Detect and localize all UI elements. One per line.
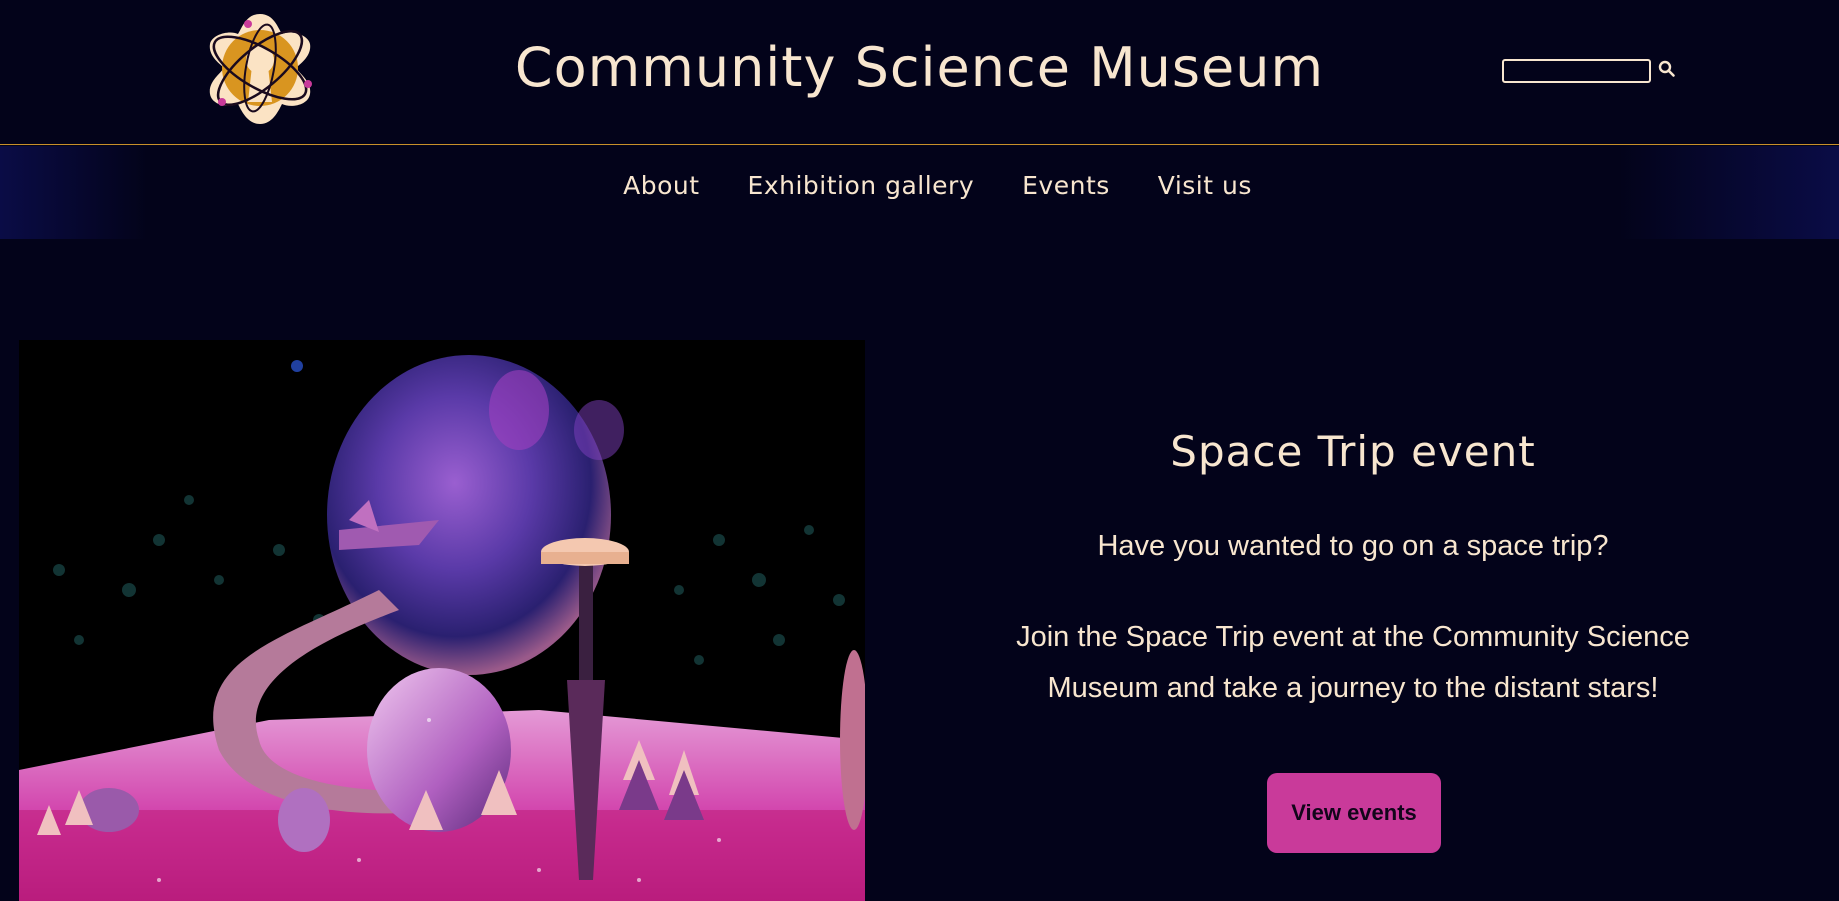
nav-item-exhibition-gallery[interactable]: Exhibition gallery	[748, 171, 975, 200]
site-header: Community Science Museum	[0, 0, 1839, 145]
main-nav: About Exhibition gallery Events Visit us	[0, 146, 1839, 239]
nav-item-visit-us[interactable]: Visit us	[1158, 171, 1252, 200]
search-button[interactable]	[1658, 60, 1676, 78]
event-hero-image	[19, 340, 865, 901]
search-icon	[1658, 60, 1675, 77]
event-title: Space Trip event	[1170, 427, 1536, 476]
event-description: Join the Space Trip event at the Communi…	[1016, 621, 1690, 704]
event-question: Have you wanted to go on a space trip?	[1097, 530, 1609, 562]
view-events-button[interactable]: View events	[1267, 773, 1441, 853]
nav-item-events[interactable]: Events	[1022, 171, 1110, 200]
nav-item-about[interactable]: About	[623, 171, 699, 200]
space-park-diorama-illustration	[19, 340, 865, 901]
search-input[interactable]	[1502, 59, 1651, 83]
